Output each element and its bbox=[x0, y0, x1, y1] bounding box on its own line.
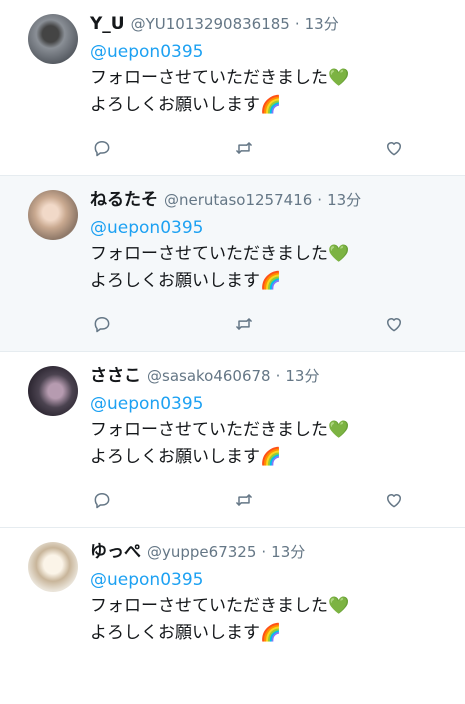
tweet-actions bbox=[90, 136, 410, 160]
separator: · bbox=[294, 15, 300, 33]
user-handle[interactable]: @yuppe67325 bbox=[147, 540, 256, 564]
tweet[interactable]: ささこ @sasako460678 · 13分 @uepon0395 フォローさ… bbox=[0, 352, 465, 528]
avatar[interactable] bbox=[28, 190, 78, 240]
avatar[interactable] bbox=[28, 542, 78, 592]
text-content: よろしくお願いします bbox=[90, 623, 260, 643]
tweet-text-line: よろしくお願いします🌈 bbox=[90, 620, 455, 647]
avatar[interactable] bbox=[28, 366, 78, 416]
text-content: よろしくお願いします bbox=[90, 271, 260, 291]
like-icon[interactable] bbox=[382, 312, 406, 336]
user-name[interactable]: Y_U bbox=[90, 12, 125, 36]
user-handle[interactable]: @YU1013290836185 bbox=[131, 12, 290, 36]
green-heart-emoji: 💚 bbox=[328, 68, 350, 88]
rainbow-emoji: 🌈 bbox=[260, 447, 282, 467]
text-content: フォローさせていただきました bbox=[90, 596, 328, 616]
avatar[interactable] bbox=[28, 14, 78, 64]
mention-link[interactable]: @uepon0395 bbox=[90, 391, 455, 417]
reply-icon[interactable] bbox=[90, 136, 114, 160]
retweet-icon[interactable] bbox=[232, 488, 256, 512]
rainbow-emoji: 🌈 bbox=[260, 623, 282, 643]
separator: · bbox=[317, 191, 323, 209]
tweet-text-line: よろしくお願いします🌈 bbox=[90, 268, 455, 295]
text-content: フォローさせていただきました bbox=[90, 420, 328, 440]
tweet[interactable]: Y_U @YU1013290836185 · 13分 @uepon0395 フォ… bbox=[0, 0, 465, 176]
tweet-text-line: フォローさせていただきました💚 bbox=[90, 417, 455, 444]
user-handle[interactable]: @nerutaso1257416 bbox=[164, 188, 312, 212]
text-content: よろしくお願いします bbox=[90, 447, 260, 467]
tweet-feed: Y_U @YU1013290836185 · 13分 @uepon0395 フォ… bbox=[0, 0, 465, 704]
tweet-header: ゆっぺ @yuppe67325 · 13分 bbox=[90, 540, 455, 564]
tweet-header: ささこ @sasako460678 · 13分 bbox=[90, 364, 455, 388]
reply-icon[interactable] bbox=[90, 312, 114, 336]
rainbow-emoji: 🌈 bbox=[260, 271, 282, 291]
tweet-header: Y_U @YU1013290836185 · 13分 bbox=[90, 12, 455, 36]
timestamp[interactable]: 13分 bbox=[305, 12, 339, 36]
tweet-text-line: フォローさせていただきました💚 bbox=[90, 65, 455, 92]
like-icon[interactable] bbox=[382, 488, 406, 512]
tweet-text-line: フォローさせていただきました💚 bbox=[90, 593, 455, 620]
tweet-text-line: フォローさせていただきました💚 bbox=[90, 241, 455, 268]
text-content: よろしくお願いします bbox=[90, 95, 260, 115]
tweet-text-line: よろしくお願いします🌈 bbox=[90, 444, 455, 471]
green-heart-emoji: 💚 bbox=[328, 244, 350, 264]
tweet-header: ねるたそ @nerutaso1257416 · 13分 bbox=[90, 188, 455, 212]
tweet[interactable]: ねるたそ @nerutaso1257416 · 13分 @uepon0395 フ… bbox=[0, 176, 465, 352]
separator: · bbox=[261, 543, 267, 561]
user-name[interactable]: ゆっぺ bbox=[90, 540, 141, 564]
text-content: フォローさせていただきました bbox=[90, 68, 328, 88]
tweet-actions bbox=[90, 312, 410, 336]
user-name[interactable]: ささこ bbox=[90, 364, 141, 388]
mention-link[interactable]: @uepon0395 bbox=[90, 39, 455, 65]
green-heart-emoji: 💚 bbox=[328, 420, 350, 440]
separator: · bbox=[275, 367, 281, 385]
tweet-actions bbox=[90, 488, 410, 512]
mention-link[interactable]: @uepon0395 bbox=[90, 215, 455, 241]
like-icon[interactable] bbox=[382, 136, 406, 160]
tweet-body: ゆっぺ @yuppe67325 · 13分 @uepon0395 フォローさせて… bbox=[90, 540, 455, 704]
timestamp[interactable]: 13分 bbox=[285, 364, 319, 388]
tweet-text-line: よろしくお願いします🌈 bbox=[90, 92, 455, 119]
tweet[interactable]: ゆっぺ @yuppe67325 · 13分 @uepon0395 フォローさせて… bbox=[0, 528, 465, 704]
timestamp[interactable]: 13分 bbox=[327, 188, 361, 212]
green-heart-emoji: 💚 bbox=[328, 596, 350, 616]
mention-link[interactable]: @uepon0395 bbox=[90, 567, 455, 593]
retweet-icon[interactable] bbox=[232, 136, 256, 160]
text-content: フォローさせていただきました bbox=[90, 244, 328, 264]
timestamp[interactable]: 13分 bbox=[271, 540, 305, 564]
reply-icon[interactable] bbox=[90, 488, 114, 512]
user-handle[interactable]: @sasako460678 bbox=[147, 364, 271, 388]
user-name[interactable]: ねるたそ bbox=[90, 188, 158, 212]
retweet-icon[interactable] bbox=[232, 312, 256, 336]
rainbow-emoji: 🌈 bbox=[260, 95, 282, 115]
